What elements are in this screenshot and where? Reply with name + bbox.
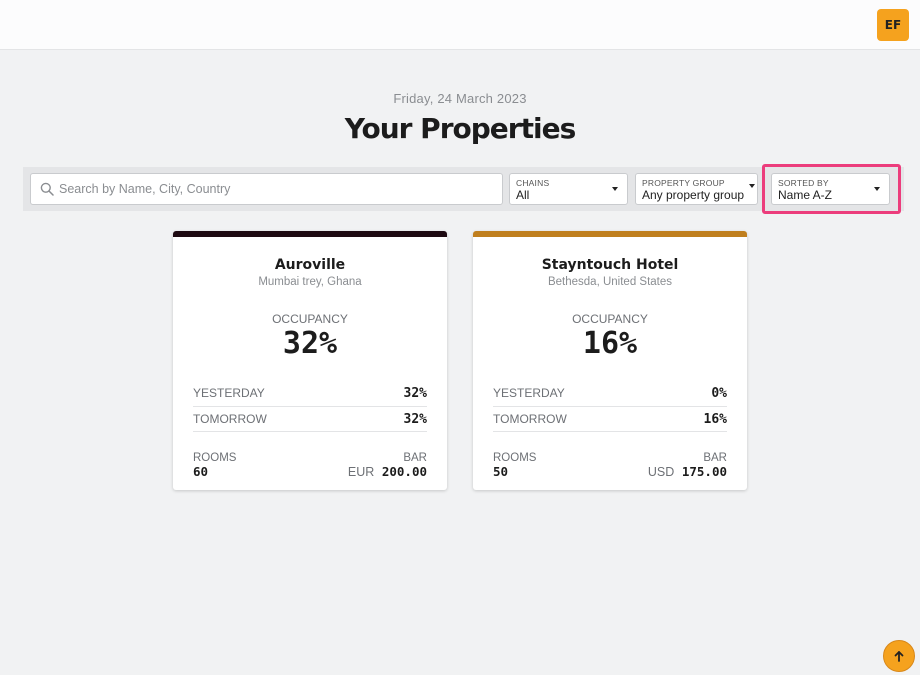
- bar-value: 175.00: [681, 464, 727, 479]
- chains-label: CHAINS: [516, 178, 550, 188]
- bar-value: 200.00: [381, 464, 427, 479]
- bar-rate: USD 175.00: [648, 464, 727, 479]
- yesterday-label: YESTERDAY: [193, 386, 265, 400]
- occupancy-label: OCCUPANCY: [572, 312, 648, 326]
- occupancy-label: OCCUPANCY: [272, 312, 348, 326]
- page-title: Your Properties: [344, 112, 576, 145]
- bar-label: BAR: [703, 452, 727, 464]
- chevron-down-icon: [874, 187, 880, 191]
- occupancy-value: 16%: [582, 326, 638, 361]
- occupancy-value: 32%: [282, 326, 338, 361]
- yesterday-label: YESTERDAY: [493, 386, 565, 400]
- chevron-down-icon: [749, 184, 755, 188]
- card-accent-bar: [173, 231, 447, 237]
- property-card[interactable]: Auroville Mumbai trey, Ghana OCCUPANCY 3…: [173, 231, 447, 490]
- sorted-by-label: SORTED BY: [778, 178, 829, 188]
- tomorrow-value: 16%: [703, 412, 727, 427]
- row-divider: [493, 406, 727, 407]
- rooms-value: 50: [493, 464, 509, 479]
- bar-currency: USD: [647, 465, 675, 479]
- property-location: Mumbai trey, Ghana: [258, 276, 362, 288]
- property-location: Bethesda, United States: [547, 276, 673, 288]
- chains-value: All: [516, 188, 530, 202]
- row-divider: [193, 431, 427, 432]
- property-name: Stayntouch Hotel: [541, 257, 679, 273]
- search-input[interactable]: [59, 174, 499, 204]
- property-name: Auroville: [274, 257, 346, 273]
- current-date: Friday, 24 March 2023: [393, 91, 527, 106]
- sorted-by-value: Name A-Z: [778, 188, 833, 202]
- top-bar: EF: [0, 0, 920, 50]
- bar-currency: EUR: [347, 465, 375, 479]
- user-avatar[interactable]: EF: [877, 9, 909, 41]
- property-group-label: PROPERTY GROUP: [642, 178, 725, 188]
- row-divider: [193, 406, 427, 407]
- card-accent-bar: [473, 231, 747, 237]
- bar-rate: EUR 200.00: [348, 464, 427, 479]
- rooms-value: 60: [193, 464, 209, 479]
- chains-dropdown[interactable]: CHAINS All: [509, 173, 628, 205]
- chevron-down-icon: [612, 187, 618, 191]
- row-divider: [493, 431, 727, 432]
- sorted-by-dropdown[interactable]: SORTED BY Name A-Z: [771, 173, 890, 205]
- search-icon: [40, 182, 54, 196]
- yesterday-value: 0%: [711, 386, 727, 401]
- tomorrow-label: TOMORROW: [193, 412, 267, 426]
- tomorrow-row: TOMORROW 16%: [493, 412, 727, 437]
- tomorrow-label: TOMORROW: [493, 412, 567, 426]
- tomorrow-row: TOMORROW 32%: [193, 412, 427, 437]
- rooms-label: ROOMS: [493, 452, 537, 464]
- search-box[interactable]: [30, 173, 503, 205]
- property-card[interactable]: Stayntouch Hotel Bethesda, United States…: [473, 231, 747, 490]
- rooms-label: ROOMS: [193, 452, 237, 464]
- scroll-to-top-button[interactable]: [883, 640, 915, 672]
- bar-label: BAR: [403, 452, 427, 464]
- filter-bar: CHAINS All PROPERTY GROUP Any property g…: [23, 167, 904, 211]
- yesterday-value: 32%: [403, 386, 427, 401]
- property-group-value: Any property group: [642, 188, 745, 202]
- yesterday-row: YESTERDAY 0%: [493, 386, 727, 411]
- tomorrow-value: 32%: [403, 412, 427, 427]
- arrow-up-icon: [894, 651, 904, 662]
- property-group-dropdown[interactable]: PROPERTY GROUP Any property group: [635, 173, 758, 205]
- yesterday-row: YESTERDAY 32%: [193, 386, 427, 411]
